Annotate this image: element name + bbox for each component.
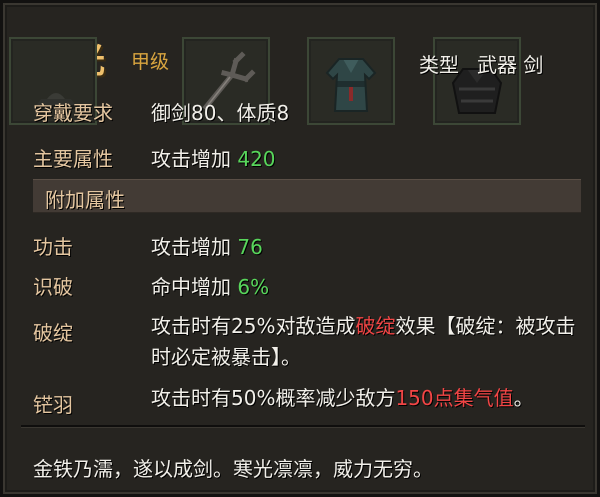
main-attribute-label: 主要属性 [33, 147, 113, 171]
special-attribute-label-row: 铓羽 [33, 389, 151, 418]
requirement-value: 御剑80、体质8 [151, 101, 290, 125]
special-desc-highlight: 破绽 [355, 314, 396, 338]
attribute-label: 功击 [33, 235, 73, 259]
divider [21, 425, 585, 427]
special-attribute-label-row: 破绽 [33, 317, 151, 346]
special-desc-part1: 攻击时有25%对敌造成 [151, 314, 356, 338]
item-description: 金铁乃濡，遂以成剑。寒光凛凛，威力无穷。 [33, 457, 433, 481]
special-attribute-label: 铓羽 [33, 393, 73, 417]
item-type: 类型 武器 剑 [419, 49, 561, 78]
attribute-row: 识破 命中增加 6% [33, 271, 269, 300]
special-desc-highlight: 150点集气值 [395, 386, 514, 410]
attribute-value: 6% [237, 275, 270, 299]
attribute-text: 命中增加 [151, 275, 231, 299]
special-attribute-desc: 攻击时有25%对敌造成破绽效果【破绽：被攻击时必定被暴击】。 [151, 311, 581, 373]
attribute-row: 功击 攻击增加 76 [33, 231, 263, 260]
equipment-slot-body[interactable] [307, 37, 395, 125]
attribute-text: 攻击增加 [151, 235, 231, 259]
item-grade: 甲级 [131, 51, 170, 73]
extra-attributes-title: 附加属性 [45, 188, 125, 212]
main-attribute-text: 攻击增加 [151, 147, 231, 171]
attribute-label: 识破 [33, 275, 73, 299]
requirement-label: 穿戴要求 [33, 101, 113, 125]
robe-icon [325, 58, 377, 112]
special-desc-part2: 。 [513, 386, 534, 410]
special-attribute-label: 破绽 [33, 321, 73, 345]
type-label: 类型 [419, 53, 459, 77]
special-desc-part1: 攻击时有50%概率减少敌方 [151, 386, 396, 410]
main-attribute-value: 420 [237, 147, 276, 171]
attribute-value: 76 [237, 235, 263, 259]
special-attribute-desc: 攻击时有50%概率减少敌方150点集气值。 [151, 383, 581, 414]
extra-attributes-header: 附加属性 [33, 179, 581, 213]
main-attribute-row: 主要属性 攻击增加 420 [33, 143, 276, 172]
requirement-row: 穿戴要求 御剑80、体质8 [33, 97, 289, 126]
type-value: 武器 剑 [477, 53, 544, 77]
item-tooltip-panel: 含光 甲级 [0, 0, 600, 497]
